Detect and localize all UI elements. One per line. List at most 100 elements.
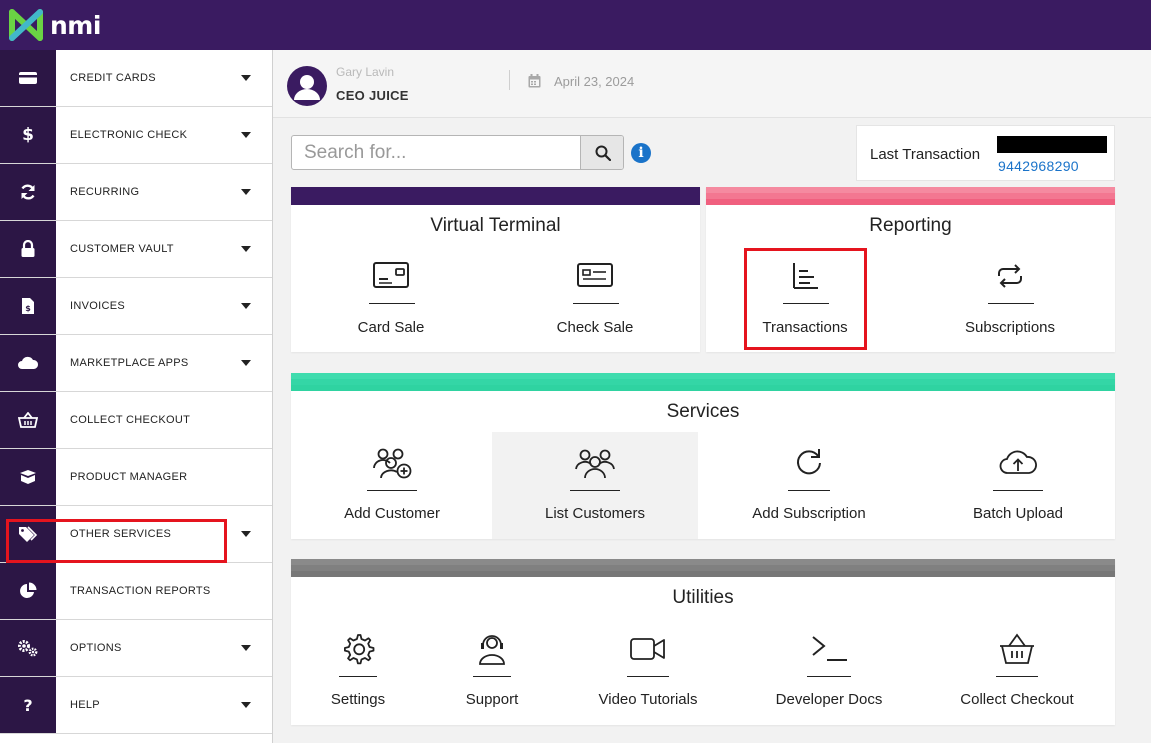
utilities-card: Utilities Settings Support Video Tutoria… [291,559,1115,725]
collect-checkout-tile[interactable]: Collect Checkout [949,629,1085,714]
logo-text: nmi [50,10,101,40]
refresh-icon [747,446,871,480]
check-sale-tile[interactable]: Check Sale [543,257,647,342]
virtual-terminal-card: Virtual Terminal Card Sale Check Sale [291,187,700,352]
sidebar-item-label: ELECTRONIC CHECK [70,129,188,141]
video-camera-icon [587,632,709,666]
credit-card-icon [339,260,443,290]
last-transaction-label: Last Transaction [870,146,981,163]
last-transaction-panel: Last Transaction 9442968290 [856,125,1115,181]
chevron-down-icon[interactable] [241,189,251,195]
tile-label: Subscriptions [964,319,1056,336]
sidebar-item-invoices[interactable]: $ INVOICES [0,278,272,335]
sidebar: CREDIT CARDS $ ELECTRONIC CHECK RECURRIN… [0,50,273,743]
list-customers-tile[interactable]: List Customers [492,432,698,539]
sidebar-item-help[interactable]: ? HELP [0,677,272,734]
video-tutorials-tile[interactable]: Video Tutorials [587,629,709,714]
sidebar-item-credit-cards[interactable]: CREDIT CARDS [0,50,272,107]
tile-label: List Customers [544,505,646,522]
sidebar-item-label: CREDIT CARDS [70,72,156,84]
sidebar-item-recurring[interactable]: RECURRING [0,164,272,221]
chevron-down-icon[interactable] [241,303,251,309]
chevron-down-icon[interactable] [241,75,251,81]
sidebar-item-customer-vault[interactable]: CUSTOMER VAULT [0,221,272,278]
divider [473,676,511,677]
subscriptions-tile[interactable]: Subscriptions [958,257,1062,342]
basket-icon [0,392,56,448]
sidebar-item-label: TRANSACTION REPORTS [70,585,211,597]
chevron-down-icon[interactable] [241,531,251,537]
card-sale-tile[interactable]: Card Sale [339,257,443,342]
sidebar-item-label: INVOICES [70,300,125,312]
divider [788,490,830,491]
tags-icon [0,506,56,562]
divider [509,70,510,90]
dollar-icon: $ [0,107,56,163]
calendar-icon [528,74,541,88]
box-icon [0,449,56,505]
developer-docs-tile[interactable]: Developer Docs [767,629,891,714]
reporting-card: Reporting Transactions Subscriptions [706,187,1115,352]
invoice-icon: $ [0,278,56,334]
sidebar-item-marketplace-apps[interactable]: MARKETPLACE APPS [0,335,272,392]
cloud-icon [0,335,56,391]
chevron-down-icon[interactable] [241,645,251,651]
sidebar-item-label: MARKETPLACE APPS [70,357,189,369]
sidebar-item-transaction-reports[interactable]: TRANSACTION REPORTS [0,563,272,620]
sidebar-item-options[interactable]: OPTIONS [0,620,272,677]
search-input[interactable] [292,136,580,169]
card-title: Utilities [672,587,734,608]
sidebar-item-collect-checkout[interactable]: COLLECT CHECKOUT [0,392,272,449]
sidebar-item-electronic-check[interactable]: $ ELECTRONIC CHECK [0,107,272,164]
user-name: Gary Lavin [336,65,395,79]
search-button[interactable] [580,136,623,169]
info-icon[interactable]: i [631,143,651,163]
divider [807,676,851,677]
sidebar-item-label: COLLECT CHECKOUT [70,414,191,426]
tile-label: Check Sale [556,319,634,336]
support-headset-icon [452,632,532,666]
top-bar: nmi [0,0,1151,50]
divider [783,303,829,304]
sidebar-item-other-services[interactable]: OTHER SERVICES [0,506,272,563]
divider [573,303,619,304]
sidebar-item-label: RECURRING [70,186,140,198]
sidebar-item-product-manager[interactable]: PRODUCT MANAGER [0,449,272,506]
services-card: Services Add Customer List Customers Add… [291,373,1115,539]
users-icon [492,446,698,480]
sidebar-item-label: PRODUCT MANAGER [70,471,188,483]
divider [369,303,415,304]
tile-label: Transactions [762,319,848,336]
add-customer-tile[interactable]: Add Customer [339,443,445,528]
terminal-icon [767,632,891,666]
support-tile[interactable]: Support [452,629,532,714]
chevron-down-icon[interactable] [241,360,251,366]
transactions-tile[interactable]: Transactions [753,257,857,342]
company-name: CEO JUICE [336,88,409,103]
avatar[interactable] [287,66,327,106]
divider [339,676,377,677]
sidebar-item-label: OPTIONS [70,642,122,654]
repeat-icon [958,260,1062,292]
gear-icon [318,632,398,666]
divider [627,676,669,677]
chevron-down-icon[interactable] [241,246,251,252]
chevron-down-icon[interactable] [241,702,251,708]
card-color-bar-bottom [291,571,1115,577]
add-subscription-tile[interactable]: Add Subscription [747,443,871,528]
redacted-block [997,136,1107,153]
batch-upload-tile[interactable]: Batch Upload [965,443,1071,528]
current-date: April 23, 2024 [554,74,635,89]
divider [367,490,417,491]
nmi-logo[interactable]: nmi [8,8,101,42]
settings-tile[interactable]: Settings [318,629,398,714]
tile-label: Add Customer [344,505,440,522]
gears-icon [0,620,56,676]
tile-label: Settings [330,691,386,708]
card-color-bar-bottom [291,385,1115,391]
last-transaction-id-link[interactable]: 9442968290 [998,158,1079,174]
pie-chart-icon [0,563,56,619]
sidebar-item-label: HELP [70,699,100,711]
sidebar-item-label: CUSTOMER VAULT [70,243,174,255]
chevron-down-icon[interactable] [241,132,251,138]
